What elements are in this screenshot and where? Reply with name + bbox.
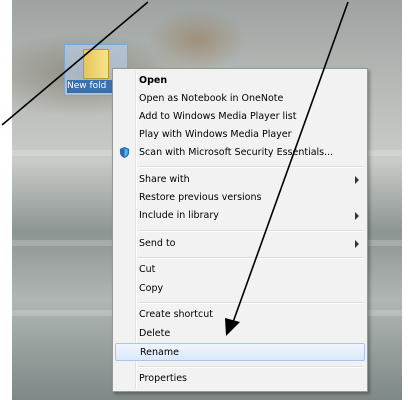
menu-item-label: Add to Windows Media Player list xyxy=(139,111,297,122)
menu-separator xyxy=(138,302,363,304)
menu-item-properties[interactable]: Properties xyxy=(115,370,365,388)
menu-item-restore-versions[interactable]: Restore previous versions xyxy=(115,189,365,207)
menu-item-cut[interactable]: Cut xyxy=(115,261,365,279)
menu-item-label: Copy xyxy=(139,283,164,294)
menu-item-play-wmp[interactable]: Play with Windows Media Player xyxy=(115,126,365,144)
menu-item-create-shortcut[interactable]: Create shortcut xyxy=(115,306,365,324)
menu-item-scan-mse[interactable]: Scan with Microsoft Security Essentials.… xyxy=(115,144,365,162)
menu-item-label: Share with xyxy=(139,174,190,185)
folder-icon xyxy=(83,49,109,79)
menu-separator xyxy=(138,230,363,232)
menu-item-open[interactable]: Open xyxy=(115,72,365,90)
submenu-arrow-icon xyxy=(355,212,359,220)
menu-separator xyxy=(138,257,363,259)
security-shield-icon xyxy=(119,147,130,158)
menu-item-label: Cut xyxy=(139,264,156,275)
menu-item-label: Rename xyxy=(140,347,179,358)
menu-item-label: Send to xyxy=(139,238,176,249)
menu-item-share-with[interactable]: Share with xyxy=(115,171,365,189)
menu-item-label: Open xyxy=(139,75,168,86)
menu-separator xyxy=(138,366,363,368)
submenu-arrow-icon xyxy=(355,176,359,184)
menu-separator xyxy=(138,166,363,168)
menu-item-rename[interactable]: Rename xyxy=(115,343,365,361)
menu-item-label: Include in library xyxy=(139,210,219,221)
menu-item-label: Play with Windows Media Player xyxy=(139,129,292,140)
menu-item-label: Create shortcut xyxy=(139,309,213,320)
menu-item-label: Open as Notebook in OneNote xyxy=(139,93,284,104)
menu-item-add-wmp-list[interactable]: Add to Windows Media Player list xyxy=(115,108,365,126)
menu-item-label: Restore previous versions xyxy=(139,192,262,203)
menu-item-label: Delete xyxy=(139,328,171,339)
menu-item-label: Scan with Microsoft Security Essentials.… xyxy=(139,147,334,158)
context-menu: Open Open as Notebook in OneNote Add to … xyxy=(112,68,368,392)
menu-item-open-onenote[interactable]: Open as Notebook in OneNote xyxy=(115,90,365,108)
menu-item-label: Properties xyxy=(139,373,188,384)
submenu-arrow-icon xyxy=(355,240,359,248)
menu-item-include-library[interactable]: Include in library xyxy=(115,207,365,225)
menu-item-send-to[interactable]: Send to xyxy=(115,235,365,253)
menu-item-copy[interactable]: Copy xyxy=(115,280,365,298)
menu-item-delete[interactable]: Delete xyxy=(115,325,365,343)
